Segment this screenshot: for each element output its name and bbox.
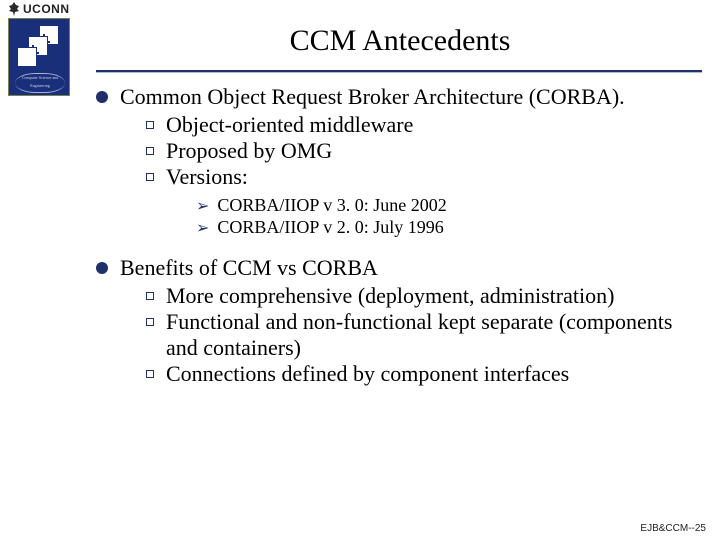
disc-bullet-icon <box>96 262 108 274</box>
slide-title: CCM Antecedents <box>100 24 700 58</box>
square-bullet-icon <box>146 292 154 300</box>
square-bullet-icon <box>146 147 154 155</box>
lvl3-text: CORBA/IIOP v 3. 0: June 2002 <box>217 194 446 217</box>
slide-body: Common Object Request Broker Architectur… <box>96 84 702 403</box>
arrow-bullet-icon: ➢ <box>196 196 209 216</box>
org-text: UCONN <box>23 2 70 16</box>
disc-bullet-icon <box>96 91 108 103</box>
square-bullet-icon <box>146 318 154 326</box>
list-item: More comprehensive (deployment, administ… <box>146 283 702 309</box>
org-label: UCONN <box>8 2 86 16</box>
lvl1-text: Benefits of CCM vs CORBA <box>120 255 378 281</box>
square-bullet-icon <box>146 173 154 181</box>
list-item: Object-oriented middleware <box>146 112 702 138</box>
lvl2-text: Functional and non-functional kept separ… <box>166 309 702 361</box>
title-divider <box>96 70 702 73</box>
list-item: ➢ CORBA/IIOP v 3. 0: June 2002 <box>196 194 702 217</box>
lvl1-text: Common Object Request Broker Architectur… <box>120 84 625 110</box>
dept-seal: Computer Science and Engineering <box>15 73 65 93</box>
dept-logo: Computer Science and Engineering <box>8 18 70 96</box>
lvl2-text: Proposed by OMG <box>166 138 332 164</box>
list-item: Proposed by OMG <box>146 138 702 164</box>
square-bullet-icon <box>146 121 154 129</box>
list-item: Common Object Request Broker Architectur… <box>96 84 702 239</box>
lvl2-text: More comprehensive (deployment, administ… <box>166 283 614 309</box>
slide-footer: EJB&CCM--25 <box>640 523 706 534</box>
lvl2-text: Versions: <box>166 164 248 190</box>
logo-area: UCONN Computer Science and Engineering <box>8 2 86 96</box>
square-bullet-icon <box>146 370 154 378</box>
list-item: ➢ CORBA/IIOP v 2. 0: July 1996 <box>196 216 702 239</box>
lvl3-text: CORBA/IIOP v 2. 0: July 1996 <box>217 216 443 239</box>
list-item: Versions: <box>146 164 702 190</box>
list-item: Benefits of CCM vs CORBA More comprehens… <box>96 255 702 387</box>
oak-leaf-icon <box>8 2 20 16</box>
arrow-bullet-icon: ➢ <box>196 218 209 238</box>
lvl2-text: Connections defined by component interfa… <box>166 361 569 387</box>
list-item: Functional and non-functional kept separ… <box>146 309 702 361</box>
list-item: Connections defined by component interfa… <box>146 361 702 387</box>
lvl2-text: Object-oriented middleware <box>166 112 413 138</box>
